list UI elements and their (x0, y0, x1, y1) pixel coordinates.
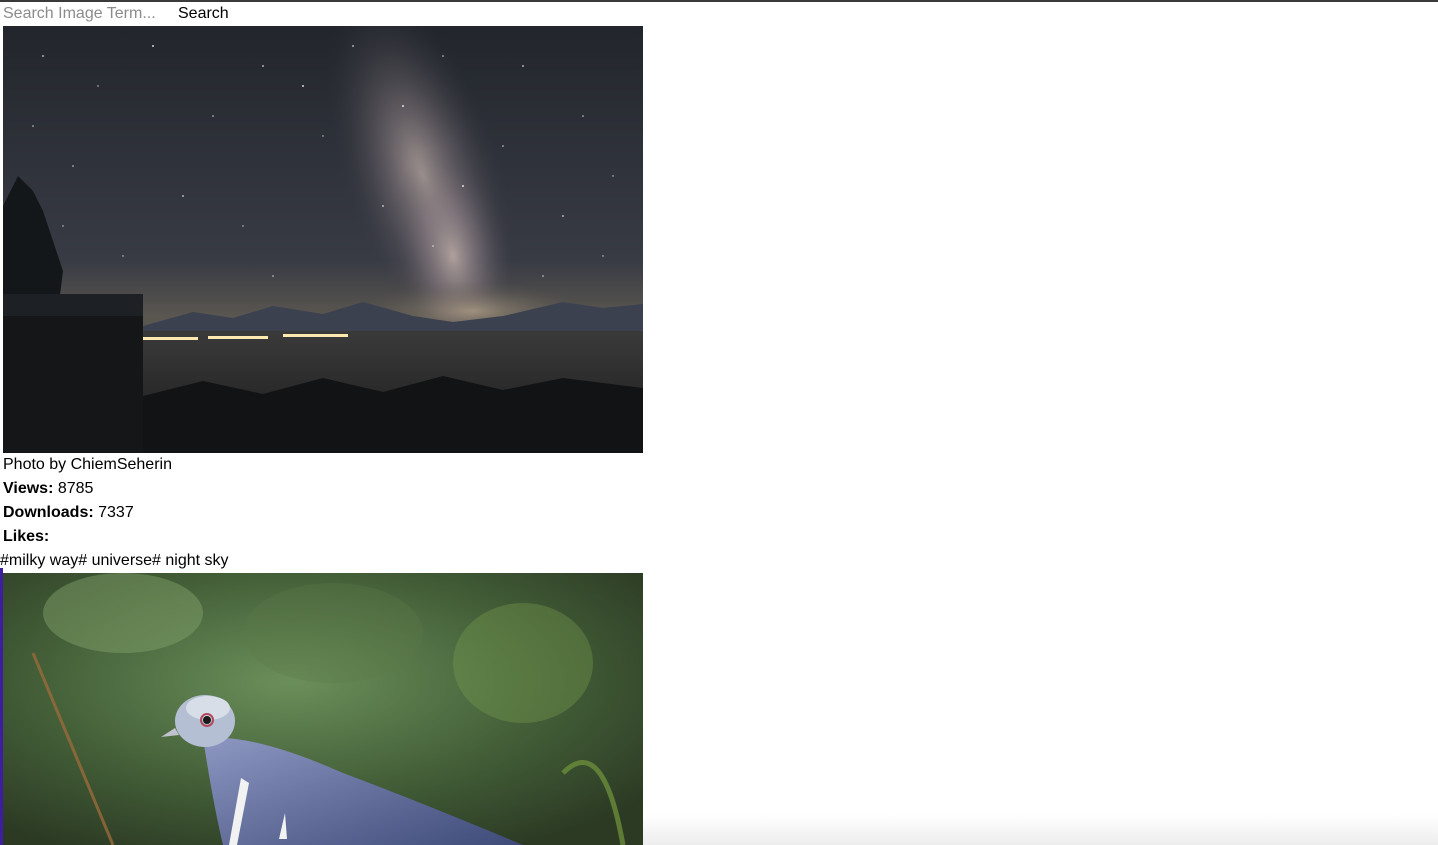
scroll-shadow (643, 815, 1438, 845)
milky-way-lake-photo (3, 26, 643, 453)
downloads-label: Downloads: (3, 504, 94, 521)
search-form: Search (3, 4, 229, 24)
image-meta: Photo by ChiemSeherin Views: 8785 Downlo… (0, 453, 643, 573)
search-button[interactable]: Search (178, 4, 229, 24)
downloads-value: 7337 (98, 504, 134, 521)
views-stat: Views: 8785 (3, 477, 643, 501)
views-value: 8785 (57, 480, 94, 497)
likes-stat: Likes: (3, 525, 643, 549)
downloads-stat: Downloads: 7337 (3, 501, 643, 525)
image-card (3, 573, 643, 845)
top-border (0, 0, 1438, 2)
tags-list: #milky way# universe# night sky (0, 552, 229, 569)
dove-photo (3, 573, 643, 845)
photographer-credit: Photo by ChiemSeherin (3, 456, 172, 473)
search-input[interactable] (3, 4, 173, 24)
likes-label: Likes: (3, 528, 50, 545)
views-label: Views: (3, 480, 54, 497)
image-card: Photo by ChiemSeherin Views: 8785 Downlo… (0, 26, 643, 573)
